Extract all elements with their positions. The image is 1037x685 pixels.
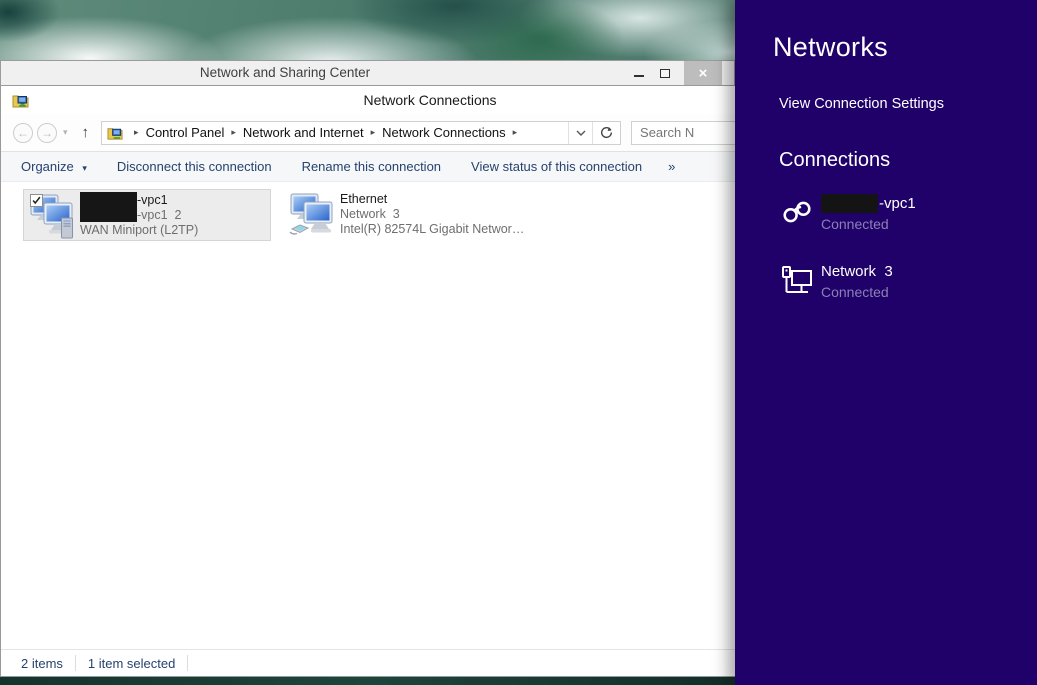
- network-sharing-center-titlebar: Network and Sharing Center ×: [0, 60, 735, 85]
- page-title: Network Connections: [1, 86, 859, 108]
- network-connections-window: Network Connections ← → ▾ ↑ ▸ Control Pa…: [0, 85, 860, 677]
- maximize-button[interactable]: [652, 61, 678, 85]
- breadcrumb-network-and-internet[interactable]: Network and Internet: [243, 125, 364, 140]
- close-button[interactable]: ×: [684, 61, 722, 85]
- window-title: Network and Sharing Center: [200, 65, 370, 80]
- breadcrumb-separator-icon[interactable]: ▸: [364, 127, 383, 138]
- network-folder-icon: [12, 92, 29, 109]
- connection-device: WAN Miniport (L2TP): [80, 223, 198, 238]
- vpn-adapter-icon: [28, 192, 80, 240]
- connection-tile-vpn[interactable]: -vpc1 -vpc1 2 WAN Miniport (L2TP): [23, 189, 271, 241]
- status-separator: [187, 655, 188, 671]
- address-history-dropdown[interactable]: [568, 122, 592, 144]
- minimize-button[interactable]: [626, 61, 652, 85]
- toolbar-overflow-button[interactable]: »: [668, 159, 675, 174]
- command-toolbar: Organize ▾ Disconnect this connection Re…: [1, 152, 859, 182]
- chevron-down-icon: ▾: [82, 163, 87, 173]
- breadcrumb-control-panel[interactable]: Control Panel: [146, 125, 225, 140]
- refresh-button[interactable]: [592, 122, 620, 144]
- breadcrumb-separator-icon[interactable]: ▸: [506, 127, 525, 138]
- disconnect-connection-button[interactable]: Disconnect this connection: [117, 159, 272, 174]
- chevron-down-icon: [576, 130, 586, 136]
- refresh-icon: [600, 126, 613, 139]
- flyout-vpn-connection[interactable]: -vpc1 Connected: [779, 194, 916, 232]
- status-separator: [75, 655, 76, 671]
- connection-name: Network 3: [821, 262, 893, 281]
- organize-label: Organize: [21, 159, 74, 174]
- desktop: Network and Sharing Center × Network Con…: [0, 0, 1037, 685]
- minimize-icon: [634, 75, 644, 77]
- networks-flyout: Networks View Connection Settings Connec…: [735, 0, 1037, 685]
- wired-network-icon: [779, 262, 815, 298]
- connection-name: -vpc1: [821, 194, 916, 213]
- ethernet-adapter-icon: [288, 191, 340, 239]
- address-bar[interactable]: ▸ Control Panel ▸ Network and Internet ▸…: [101, 121, 621, 145]
- redaction-box: [80, 192, 137, 222]
- connection-name: Ethernet: [340, 192, 530, 207]
- vpn-icon: [779, 194, 815, 230]
- breadcrumb-network-connections[interactable]: Network Connections: [382, 125, 506, 140]
- connections-list: -vpc1 -vpc1 2 WAN Miniport (L2TP): [1, 182, 859, 646]
- organize-button[interactable]: Organize ▾: [21, 159, 87, 174]
- connection-tile-text: -vpc1 -vpc1 2 WAN Miniport (L2TP): [80, 192, 198, 238]
- flyout-title: Networks: [773, 32, 888, 63]
- forward-button[interactable]: →: [37, 123, 57, 143]
- flyout-connection-text: -vpc1 Connected: [821, 194, 916, 232]
- connection-tile-text: Ethernet Network 3 Intel(R) 82574L Gigab…: [340, 191, 530, 237]
- breadcrumb-separator-icon[interactable]: ▸: [224, 127, 243, 138]
- back-button[interactable]: ←: [13, 123, 33, 143]
- rename-connection-button[interactable]: Rename this connection: [302, 159, 441, 174]
- breadcrumb-separator-icon[interactable]: ▸: [127, 127, 146, 138]
- connection-network: Network 3: [340, 207, 530, 222]
- connection-tile-ethernet[interactable]: Ethernet Network 3 Intel(R) 82574L Gigab…: [284, 189, 536, 241]
- connection-status: Connected: [821, 284, 893, 300]
- maximize-icon: [660, 69, 670, 78]
- view-connection-settings-link[interactable]: View Connection Settings: [779, 96, 944, 112]
- recent-pages-chevron-icon[interactable]: ▾: [63, 127, 68, 138]
- status-bar: 2 items 1 item selected: [1, 649, 859, 676]
- connection-name-visible: -vpc1: [879, 194, 916, 213]
- window-controls: ×: [626, 61, 722, 85]
- items-count: 2 items: [21, 656, 63, 671]
- flyout-ethernet-connection[interactable]: Network 3 Connected: [779, 262, 893, 300]
- two-monitors-plug-icon: [288, 191, 340, 239]
- up-button[interactable]: ↑: [82, 124, 90, 141]
- view-status-button[interactable]: View status of this connection: [471, 159, 642, 174]
- redaction-box: [821, 194, 878, 213]
- selected-count: 1 item selected: [88, 656, 175, 671]
- connections-heading: Connections: [779, 149, 890, 172]
- titlebar: Network Connections: [1, 86, 859, 114]
- network-folder-icon: [107, 125, 123, 141]
- flyout-connection-text: Network 3 Connected: [821, 262, 893, 300]
- connection-status: Connected: [821, 216, 916, 232]
- selected-checkbox[interactable]: [30, 194, 43, 207]
- navigation-bar: ← → ▾ ↑ ▸ Control Panel ▸ Network and In…: [1, 114, 859, 152]
- connection-device: Intel(R) 82574L Gigabit Network C...: [340, 222, 530, 237]
